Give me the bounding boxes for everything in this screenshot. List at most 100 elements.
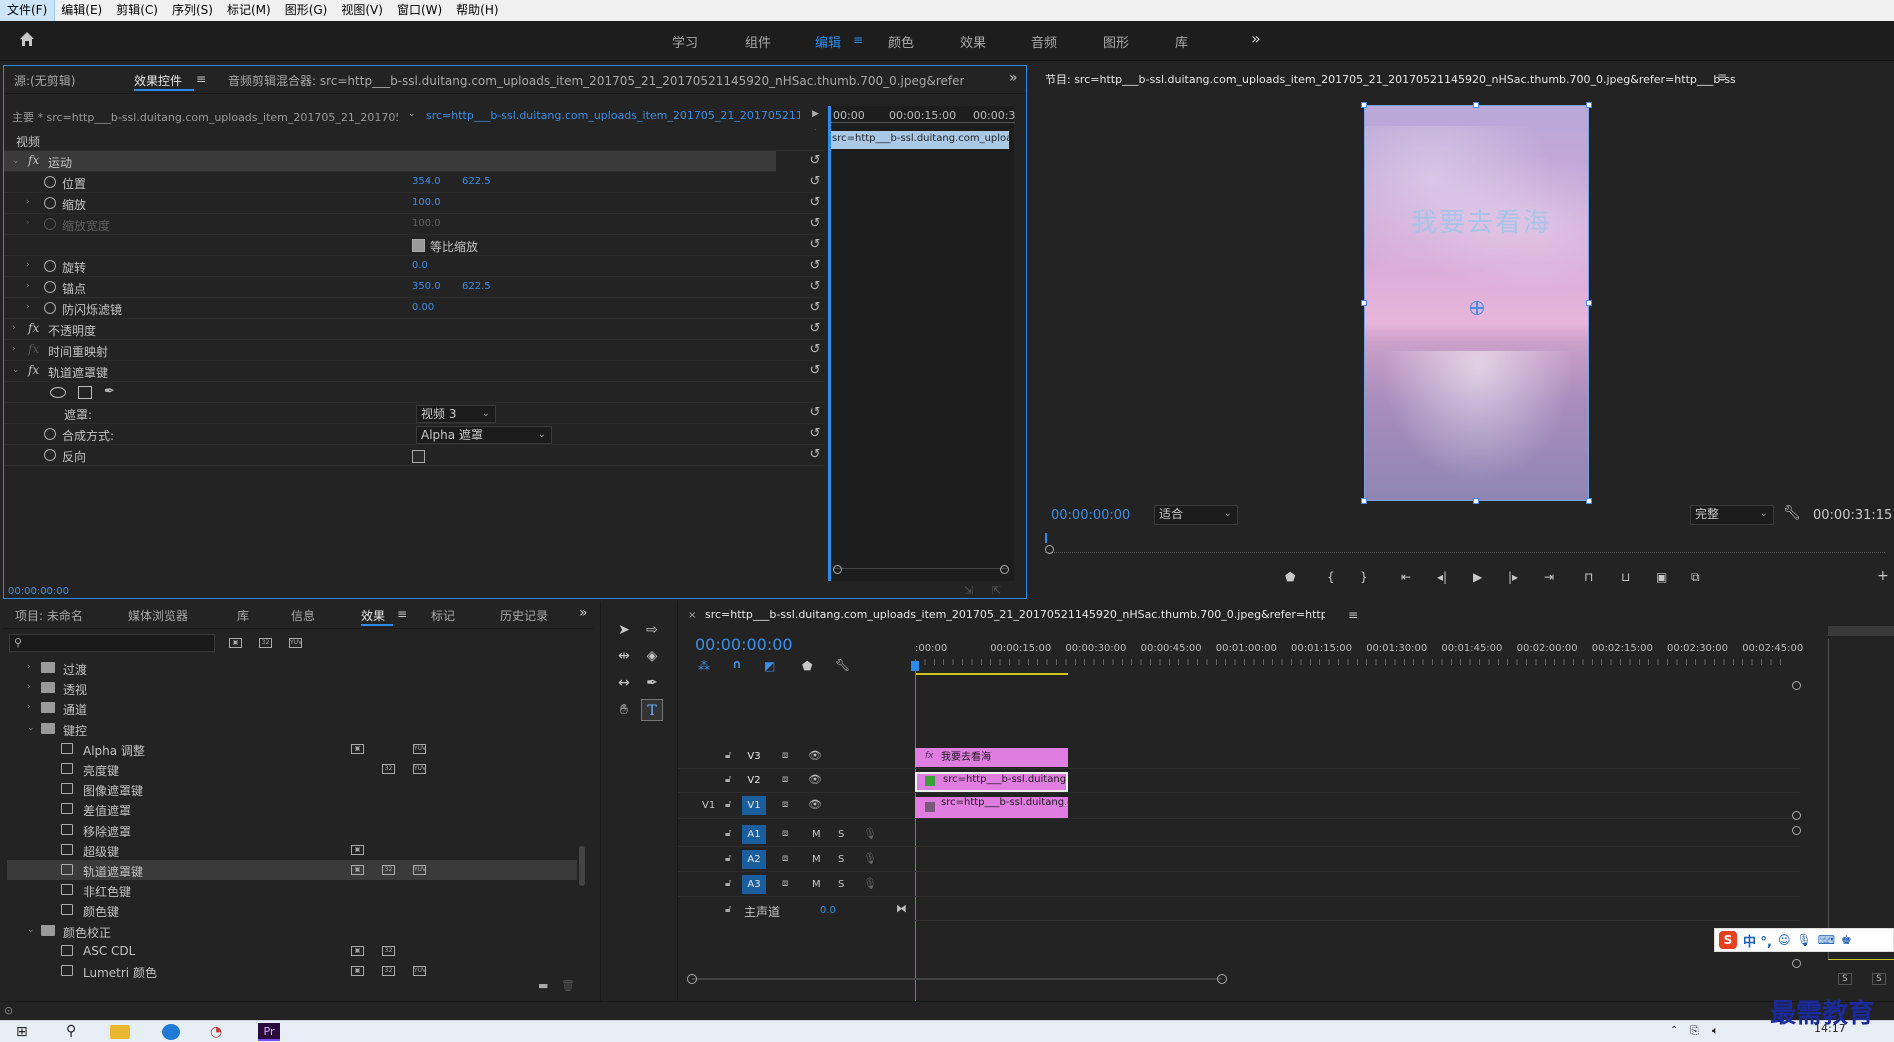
play-only-icon[interactable]: ▶	[812, 109, 819, 119]
menu-item[interactable]: 帮助(H)	[449, 0, 505, 21]
time-ruler[interactable]: :00:00 00:00:15:00 00:00:30:00 00:00:45:00 0…	[915, 643, 1803, 669]
linked-selection-icon[interactable]: ◩	[764, 659, 775, 673]
step-forward-icon[interactable]: |▸	[1508, 570, 1518, 584]
position-y[interactable]: 622.5	[462, 176, 491, 187]
stopwatch-icon[interactable]	[44, 281, 56, 293]
ellipse-mask-icon[interactable]	[50, 387, 66, 398]
mark-in-icon[interactable]: {	[1327, 570, 1335, 584]
trash-icon[interactable]: 🗑︎	[561, 979, 575, 992]
new-bin-icon[interactable]: ▬	[538, 979, 548, 992]
sequence-title[interactable]: src=http___b-ssl.duitang.com_uploads_ite…	[705, 608, 1325, 621]
transform-handle[interactable]	[1586, 498, 1592, 504]
source-patch[interactable]: V1	[702, 800, 715, 811]
matte-select[interactable]: 视频 3 ⌄	[416, 405, 496, 423]
track-target[interactable]: V2	[742, 771, 766, 790]
eye-icon[interactable]: 👁︎	[808, 798, 822, 811]
transform-handle[interactable]	[1473, 498, 1479, 504]
sync-lock-icon[interactable]: ⧈	[782, 853, 788, 864]
master-volume[interactable]: 0.0	[820, 905, 836, 916]
more-workspaces-icon[interactable]: »	[1251, 29, 1261, 48]
rectangle-mask-icon[interactable]	[78, 386, 92, 399]
razor-tool-icon[interactable]: ◈	[641, 645, 663, 667]
lift-icon[interactable]: ⊓	[1584, 570, 1593, 584]
list-item[interactable]: ⌄ 颜色校正	[7, 921, 577, 941]
step-back-icon[interactable]: ◂|	[1437, 570, 1447, 584]
workspace-tab[interactable]: 音频	[1031, 32, 1057, 51]
scroll-handle[interactable]	[1792, 826, 1801, 835]
effect-timecode[interactable]: 00:00:00:00	[8, 586, 69, 597]
selection-tool-icon[interactable]: ➤	[613, 619, 635, 641]
menu-item[interactable]: 编辑(E)	[54, 0, 109, 21]
playhead[interactable]	[829, 106, 831, 581]
home-icon[interactable]	[18, 30, 36, 48]
tab-source[interactable]: 源:(无剪辑)	[14, 72, 75, 89]
transform-handle[interactable]	[1586, 102, 1592, 108]
clip-v3[interactable]: 我要去看海	[915, 748, 1068, 767]
tab-3[interactable]: 信息	[291, 607, 315, 624]
reset-icon[interactable]: ↺	[808, 406, 822, 420]
solo-button[interactable]: S	[1872, 973, 1886, 985]
transform-handle[interactable]	[1473, 102, 1479, 108]
sync-lock-icon[interactable]: ⧈	[782, 878, 788, 889]
reset-icon[interactable]: ↺	[808, 427, 822, 441]
track-select-tool-icon[interactable]: ⇨	[641, 619, 663, 641]
panel-menu-icon[interactable]: ≡	[397, 607, 407, 621]
expand-icon[interactable]: ›	[26, 197, 30, 207]
scroll-handle[interactable]	[1792, 681, 1801, 690]
track-target[interactable]: V1	[742, 796, 766, 815]
reset-icon[interactable]: ↺	[808, 259, 822, 273]
effects-search[interactable]: ⚲	[9, 634, 215, 652]
menu-item[interactable]: 文件(F)	[0, 0, 56, 22]
type-tool-icon[interactable]: T	[641, 699, 663, 721]
menu-item[interactable]: 剪辑(C)	[109, 0, 165, 21]
list-item[interactable]: 移除遮罩	[7, 820, 577, 840]
reset-icon[interactable]: ↺	[808, 448, 822, 462]
stopwatch-icon[interactable]	[44, 449, 56, 461]
anchor-y[interactable]: 622.5	[462, 281, 491, 292]
list-item[interactable]: ASC CDL ▣ 32	[7, 941, 577, 961]
lock-icon[interactable]: 🔓︎	[725, 904, 731, 915]
stopwatch-icon[interactable]	[44, 302, 56, 314]
extract-icon[interactable]: ⊔	[1621, 570, 1630, 584]
nest-icon[interactable]: ⁂	[698, 659, 710, 673]
tab-6[interactable]: 历史记录	[500, 607, 548, 624]
workspace-tab[interactable]: 组件	[745, 32, 771, 51]
sync-lock-icon[interactable]: ⧈	[782, 828, 788, 839]
fx-icon[interactable]: fx	[28, 363, 39, 377]
tab-5[interactable]: 标记	[431, 607, 455, 624]
expand-icon[interactable]: ›	[27, 702, 31, 712]
go-to-end-icon[interactable]: ⧓	[896, 902, 907, 915]
track-target[interactable]: V3	[742, 747, 766, 766]
rotation-value[interactable]: 0.0	[412, 260, 428, 271]
mute-button[interactable]: M	[812, 829, 821, 840]
ime-mode[interactable]: 中 °,	[1743, 931, 1772, 950]
expand-icon[interactable]: ›	[26, 260, 30, 270]
play-icon[interactable]: ▶	[1473, 570, 1482, 584]
program-timecode[interactable]: 00:00:00:00	[1051, 508, 1130, 523]
solo-button[interactable]: S	[838, 829, 844, 840]
composite-select[interactable]: Alpha 遮罩 ⌄	[416, 426, 552, 444]
menu-item[interactable]: 窗口(W)	[390, 0, 449, 21]
zoom-scrollbar[interactable]	[833, 565, 1009, 578]
scroll-handle[interactable]	[1792, 811, 1801, 820]
track-target[interactable]: A2	[742, 850, 766, 869]
menu-item[interactable]: 视图(V)	[334, 0, 390, 21]
compare-icon[interactable]: ⧉	[1691, 570, 1700, 585]
list-item[interactable]: Lumetri 颜色 ▣ 32 YUV	[7, 961, 577, 981]
tab-4[interactable]: 效果	[361, 607, 385, 624]
work-area-bar[interactable]	[915, 673, 1068, 675]
eye-icon[interactable]: 👁︎	[808, 749, 822, 762]
reverse-checkbox[interactable]	[412, 450, 425, 463]
expand-icon[interactable]: ›	[12, 323, 16, 333]
timeline-timecode[interactable]: 00:00:00:00	[695, 635, 793, 654]
wrench-icon[interactable]: 🔧︎	[1783, 505, 1801, 521]
mic-icon[interactable]: 🎙︎	[863, 852, 877, 865]
collapse-icon[interactable]: ⌄	[27, 723, 35, 733]
solo-button[interactable]: S	[1838, 973, 1852, 985]
tray-chevron-icon[interactable]: ⌃	[1670, 1025, 1678, 1036]
list-item[interactable]: › 透视	[7, 678, 577, 698]
position-x[interactable]: 354.0	[412, 176, 441, 187]
reset-icon[interactable]: ↺	[808, 322, 822, 336]
fx-icon[interactable]: fx	[28, 153, 39, 167]
workspace-tab[interactable]: 库	[1175, 32, 1188, 51]
